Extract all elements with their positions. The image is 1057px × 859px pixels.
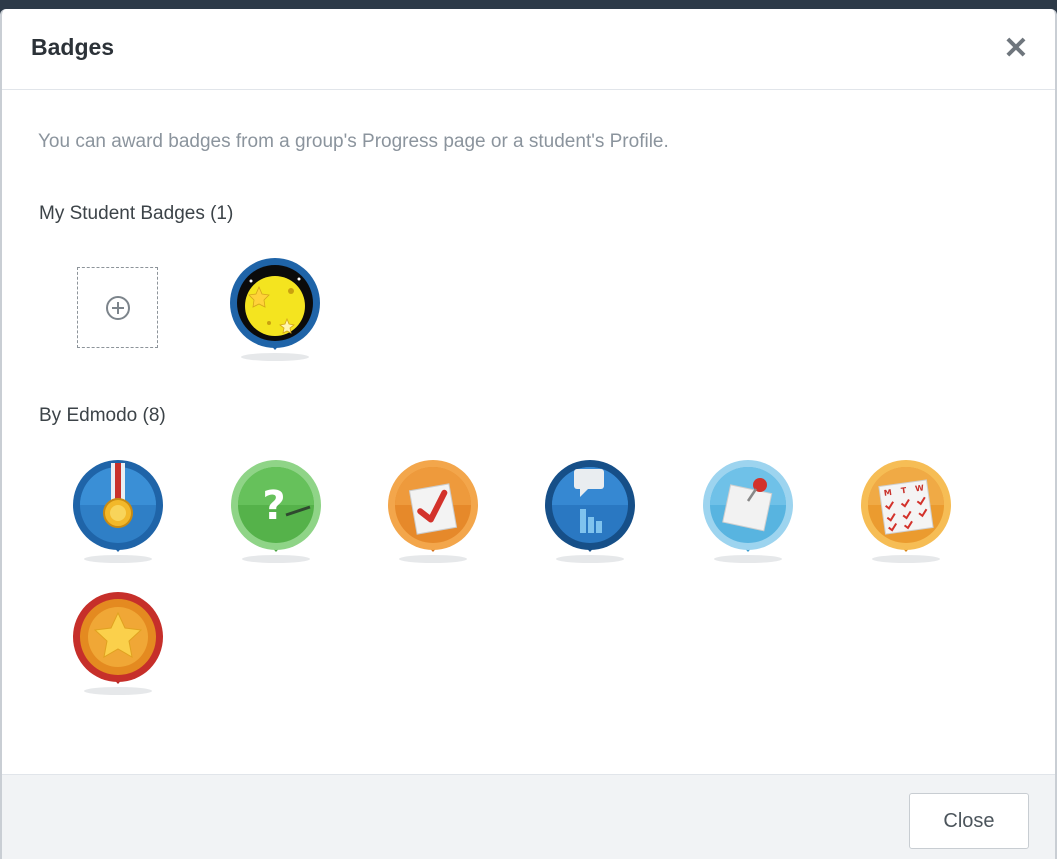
calendar-day-w: W [915,483,925,493]
add-badge-button[interactable] [77,267,158,348]
edmodo-badge-question[interactable]: ? [230,459,322,569]
svg-text:?: ? [262,483,285,529]
question-badge-icon: ? [231,460,321,563]
close-icon[interactable]: ✕ [999,31,1033,65]
checklist-badge-icon [388,460,478,563]
modal-title: Badges [31,34,115,60]
plus-circle-icon [105,295,130,320]
edmodo-badge-star[interactable] [72,591,164,701]
by-edmodo-label: By Edmodo (8) [39,405,166,426]
close-button[interactable]: Close [909,793,1029,849]
edmodo-badge-medal[interactable] [72,459,164,569]
info-text: You can award badges from a group's Prog… [38,131,669,152]
speech-chart-badge-icon [545,460,635,563]
my-student-badges-label: My Student Badges (1) [39,203,234,224]
modal-header: Badges ✕ [2,9,1055,90]
edmodo-badge-note[interactable] [702,459,794,569]
student-badge[interactable] [229,257,321,367]
star-badge-icon [73,592,163,695]
badges-modal: Badges ✕ You can award badges from a gro… [0,9,1057,859]
stars-moon-badge-icon [230,258,320,361]
edmodo-badge-checklist[interactable] [387,459,479,569]
edmodo-badge-calendar[interactable]: M T W [860,459,952,569]
calendar-badge-icon: M T W [861,460,951,563]
pinned-note-badge-icon [703,460,793,563]
modal-footer: Close [2,774,1055,859]
calendar-day-m: M [883,488,892,498]
edmodo-badge-chart[interactable] [544,459,636,569]
medal-badge-icon [73,460,163,563]
